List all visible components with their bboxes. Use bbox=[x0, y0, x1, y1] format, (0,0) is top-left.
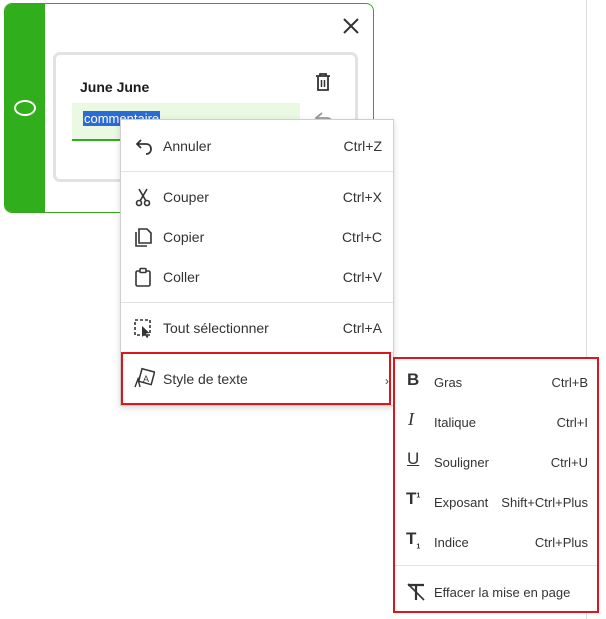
text-style-submenu: B Gras Ctrl+B I Italique Ctrl+I U Soulig… bbox=[393, 357, 599, 613]
submenu-separator bbox=[395, 565, 597, 566]
menu-item-style-de-texte[interactable]: A Style de texte › bbox=[121, 352, 391, 405]
submenu-item-label: Italique bbox=[434, 415, 476, 430]
note-ring-icon bbox=[14, 100, 36, 116]
menu-item-label: Annuler bbox=[163, 138, 212, 154]
menu-item-shortcut: Ctrl+A bbox=[342, 320, 382, 336]
submenu-item-gras[interactable]: B Gras Ctrl+B bbox=[395, 361, 597, 401]
context-menu: Annuler Ctrl+Z Couper Ctrl+X Copier Ctrl… bbox=[120, 119, 394, 406]
menu-item-label: Couper bbox=[163, 189, 209, 205]
svg-text:A: A bbox=[143, 374, 149, 384]
trash-icon[interactable] bbox=[314, 72, 332, 92]
menu-item-tout-selectionner[interactable]: Tout sélectionner Ctrl+A bbox=[121, 308, 393, 348]
menu-item-shortcut: Ctrl+X bbox=[342, 189, 382, 205]
submenu-item-label: Exposant bbox=[434, 495, 489, 510]
submenu-item-effacer[interactable]: Effacer la mise en page bbox=[395, 571, 597, 611]
text-style-icon: A bbox=[134, 367, 155, 388]
menu-item-label: Style de texte bbox=[163, 371, 248, 387]
clear-formatting-icon bbox=[407, 583, 425, 601]
menu-item-annuler[interactable]: Annuler Ctrl+Z bbox=[121, 126, 393, 166]
menu-item-shortcut: Ctrl+Z bbox=[343, 138, 383, 154]
scissors-icon bbox=[135, 188, 151, 207]
clipboard-icon bbox=[135, 267, 151, 287]
copy-icon bbox=[135, 228, 152, 247]
subscript-icon: T1 bbox=[406, 529, 421, 551]
submenu-item-shortcut: Ctrl+U bbox=[550, 455, 588, 470]
note-title: June June bbox=[80, 79, 150, 95]
submenu-item-italique[interactable]: I Italique Ctrl+I bbox=[395, 401, 597, 441]
submenu-item-indice[interactable]: T1 Indice Ctrl+Plus bbox=[395, 521, 597, 561]
submenu-item-label: Indice bbox=[434, 535, 469, 550]
submenu-item-shortcut: Ctrl+Plus bbox=[534, 535, 588, 550]
menu-item-shortcut: Ctrl+V bbox=[342, 269, 382, 285]
menu-item-coller[interactable]: Coller Ctrl+V bbox=[121, 257, 393, 297]
submenu-item-shortcut: Shift+Ctrl+Plus bbox=[501, 495, 588, 510]
menu-item-label: Copier bbox=[163, 229, 205, 245]
menu-separator bbox=[121, 302, 393, 303]
chevron-right-icon: › bbox=[385, 374, 389, 388]
menu-item-label: Coller bbox=[163, 269, 200, 285]
submenu-item-shortcut: Ctrl+B bbox=[551, 375, 588, 390]
close-icon[interactable] bbox=[341, 16, 361, 36]
submenu-item-souligner[interactable]: U Souligner Ctrl+U bbox=[395, 441, 597, 481]
submenu-item-exposant[interactable]: T1 Exposant Shift+Ctrl+Plus bbox=[395, 481, 597, 521]
menu-item-copier[interactable]: Copier Ctrl+C bbox=[121, 217, 393, 257]
menu-item-shortcut: Ctrl+C bbox=[341, 229, 382, 245]
submenu-item-label: Effacer la mise en page bbox=[434, 585, 571, 600]
submenu-item-label: Souligner bbox=[434, 455, 489, 470]
bold-icon: B bbox=[407, 370, 420, 389]
select-all-icon bbox=[134, 319, 151, 338]
italic-icon: I bbox=[408, 409, 414, 429]
superscript-icon: T1 bbox=[406, 489, 421, 508]
note-color-strip bbox=[5, 4, 45, 212]
menu-item-couper[interactable]: Couper Ctrl+X bbox=[121, 177, 393, 217]
submenu-item-shortcut: Ctrl+I bbox=[556, 415, 588, 430]
menu-separator bbox=[121, 171, 393, 172]
menu-item-label: Tout sélectionner bbox=[163, 320, 269, 336]
undo-icon bbox=[135, 139, 152, 155]
submenu-item-label: Gras bbox=[434, 375, 463, 390]
underline-icon: U bbox=[407, 449, 420, 468]
